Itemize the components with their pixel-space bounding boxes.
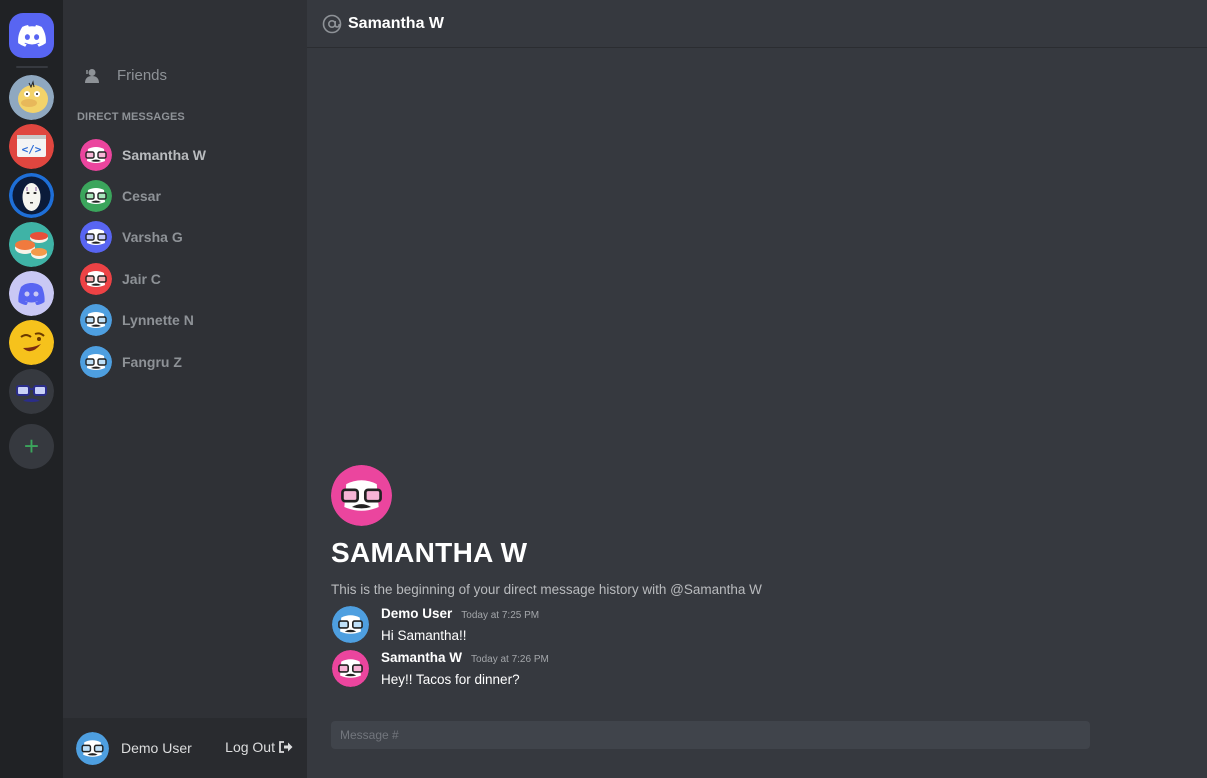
direct-messages-header: DIRECT MESSAGES [77, 111, 185, 123]
dm-name: Varsha G [122, 229, 183, 246]
dm-name: Fangru Z [122, 353, 182, 370]
server-sushi[interactable] [9, 222, 54, 267]
dm-name: Jair C [122, 270, 161, 287]
dm-name: Lynnette N [122, 312, 194, 329]
nerd-icon [9, 369, 54, 414]
friends-icon [85, 68, 104, 83]
dm-name: Samantha W [122, 146, 207, 163]
user-panel: Demo User Log Out [63, 718, 307, 778]
avatar [80, 262, 112, 295]
at-icon [322, 14, 342, 33]
message-timestamp: Today at 7:26 PM [471, 654, 549, 665]
server-rail: </> + [0, 0, 63, 778]
add-server-button[interactable]: + [9, 424, 54, 469]
server-psyduck[interactable] [9, 75, 54, 120]
intro-text: This is the beginning of your direct mes… [331, 582, 762, 597]
avatar [80, 221, 112, 254]
dm-list: Samantha W Cesar Varsha G Jair C Lynnett… [80, 134, 206, 382]
intro-name: SAMANTHA W [331, 537, 528, 568]
logout-button[interactable]: Log Out [225, 739, 293, 755]
rail-separator [15, 66, 48, 68]
dm-sidebar: Friends DIRECT MESSAGES Samantha W Cesar… [63, 0, 307, 778]
home-button[interactable] [9, 13, 54, 58]
emoji-icon [9, 320, 54, 365]
message: Demo User Today at 7:25 PM Hi Samantha!! [332, 606, 539, 643]
server-nerd[interactable] [9, 369, 54, 414]
dm-item[interactable]: Fangru Z [80, 341, 206, 382]
message-meta: Samantha W Today at 7:26 PM [381, 650, 549, 665]
message-meta: Demo User Today at 7:25 PM [381, 606, 539, 621]
dm-item[interactable]: Varsha G [80, 217, 206, 258]
message-body: Demo User Today at 7:25 PM Hi Samantha!! [381, 606, 539, 643]
avatar [80, 138, 112, 171]
user-avatar[interactable] [76, 731, 109, 765]
message-body: Samantha W Today at 7:26 PM Hey!! Tacos … [381, 650, 549, 687]
friends-link[interactable]: Friends [85, 67, 167, 84]
avatar [80, 180, 112, 213]
server-clyde[interactable] [9, 271, 54, 316]
sushi-icon [9, 222, 54, 267]
chat-header: Samantha W [307, 0, 1207, 48]
message-avatar[interactable] [332, 606, 369, 643]
logout-label: Log Out [225, 739, 275, 755]
dm-item[interactable]: Samantha W [80, 134, 206, 175]
intro-avatar [331, 465, 392, 526]
code-icon: </> [9, 124, 54, 169]
plus-icon: + [23, 431, 40, 461]
dm-item[interactable]: Cesar [80, 175, 206, 216]
friends-label: Friends [117, 67, 168, 84]
noface-icon [9, 173, 54, 218]
avatar [80, 304, 112, 337]
psyduck-icon [9, 75, 54, 120]
server-code[interactable]: </> [9, 124, 54, 169]
dm-item[interactable]: Jair C [80, 258, 206, 299]
app-window: </> + Friends DIRECT MESSAGES Samantha W… [0, 0, 1207, 778]
message-avatar[interactable] [332, 650, 369, 687]
message-content: Hey!! Tacos for dinner? [381, 672, 520, 687]
message-timestamp: Today at 7:25 PM [461, 610, 540, 621]
svg-text:</>: </> [22, 143, 42, 156]
message-author[interactable]: Samantha W [381, 650, 462, 665]
server-noface[interactable] [9, 173, 54, 218]
avatar [80, 345, 112, 378]
clyde-icon [9, 271, 54, 316]
message-input[interactable] [331, 721, 1090, 749]
discord-logo-icon [17, 24, 46, 47]
username: Demo User [121, 740, 192, 756]
server-emoji[interactable] [9, 320, 54, 365]
channel-title: Samantha W [348, 14, 445, 32]
message: Samantha W Today at 7:26 PM Hey!! Tacos … [332, 650, 549, 687]
dm-name: Cesar [122, 188, 161, 205]
message-content: Hi Samantha!! [381, 628, 467, 643]
message-author[interactable]: Demo User [381, 606, 452, 621]
chat-area: Samantha W SAMANTHA W This is the beginn… [307, 0, 1207, 778]
logout-icon [279, 741, 293, 753]
dm-item[interactable]: Lynnette N [80, 300, 206, 341]
